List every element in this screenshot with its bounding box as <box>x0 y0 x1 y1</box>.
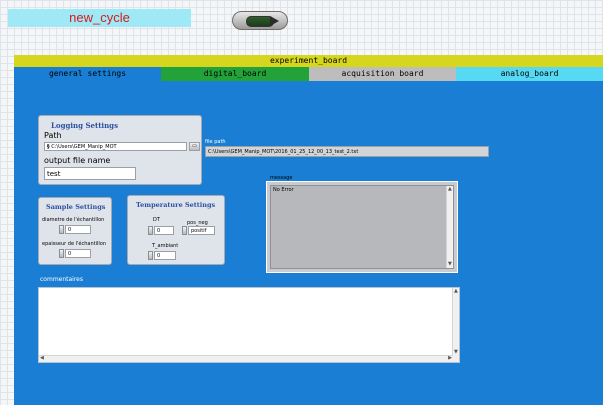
logging-settings-title: Logging Settings <box>51 121 119 130</box>
tab-general-settings[interactable]: general settings <box>14 67 161 83</box>
cycle-name-display: new_cycle <box>8 9 191 27</box>
epaisseur-spinner[interactable] <box>59 249 64 258</box>
dt-label: DT <box>153 217 160 223</box>
experiment-board-header: experiment_board <box>14 55 603 67</box>
pos-neg-spinner[interactable] <box>182 226 187 235</box>
comments-horizontal-scrollbar[interactable]: ◀ ▶ <box>39 355 453 362</box>
path-label: Path <box>44 131 62 140</box>
logging-settings-group: Logging Settings Path § C:\Users\GEM_Man… <box>38 115 202 185</box>
epaisseur-label: epaisseur de l'échantillon <box>42 241 106 247</box>
sample-settings-title: Sample Settings <box>46 203 106 211</box>
comments-vertical-scrollbar[interactable]: ▲ ▼ <box>452 288 459 362</box>
message-text: No Error <box>273 187 294 193</box>
message-area: No Error ▲ ▼ <box>270 185 454 269</box>
comments-label: commentaires <box>40 276 84 283</box>
t-ambiant-input[interactable]: 0 <box>154 251 176 260</box>
tab-digital-board[interactable]: digital_board <box>161 67 309 81</box>
tab-acquisition-board[interactable]: acquisition board <box>309 67 456 81</box>
diametre-label: diametre de l'échantillon <box>42 217 105 223</box>
scroll-down-icon[interactable]: ▼ <box>448 262 452 267</box>
path-input[interactable]: § C:\Users\GEM_Manip_MOT <box>44 142 187 151</box>
dt-input[interactable]: 0 <box>154 226 174 235</box>
output-file-name-label: output file name <box>44 156 111 165</box>
scroll-down-icon[interactable]: ▼ <box>454 350 458 355</box>
scroll-left-icon[interactable]: ◀ <box>40 356 44 361</box>
browse-folder-button[interactable]: ▭ <box>189 142 200 151</box>
file-path-display: C:\Users\GEM_Manip_MOT\2016_01_25_12_00_… <box>205 146 489 157</box>
scroll-up-icon[interactable]: ▲ <box>448 187 452 192</box>
tab-analog-board[interactable]: analog_board <box>456 67 603 81</box>
diametre-spinner[interactable] <box>59 225 64 234</box>
output-file-name-input[interactable]: test <box>44 167 136 180</box>
play-arrow-icon <box>270 16 279 26</box>
file-path-label: file path <box>205 139 226 145</box>
dt-spinner[interactable] <box>148 226 153 235</box>
t-ambiant-label: T_ambiant <box>152 243 179 249</box>
pos-neg-select[interactable]: positif <box>188 226 215 235</box>
message-display: No Error ▲ ▼ <box>266 181 458 273</box>
sample-settings-group: Sample Settings diametre de l'échantillo… <box>38 197 112 265</box>
path-value: C:\Users\GEM_Manip_MOT <box>51 144 117 150</box>
diametre-input[interactable]: 0 <box>65 225 91 234</box>
message-scrollbar[interactable]: ▲ ▼ <box>446 186 453 268</box>
temperature-settings-group: Temperature Settings DT 0 pos_neg positi… <box>127 195 225 265</box>
scroll-up-icon[interactable]: ▲ <box>454 289 458 294</box>
comments-textarea[interactable]: ▲ ▼ ◀ ▶ <box>38 287 460 363</box>
temperature-settings-title: Temperature Settings <box>136 201 216 209</box>
scroll-right-icon[interactable]: ▶ <box>448 356 452 361</box>
epaisseur-input[interactable]: 0 <box>65 249 91 258</box>
run-button[interactable] <box>232 11 288 30</box>
t-ambiant-spinner[interactable] <box>148 251 153 260</box>
